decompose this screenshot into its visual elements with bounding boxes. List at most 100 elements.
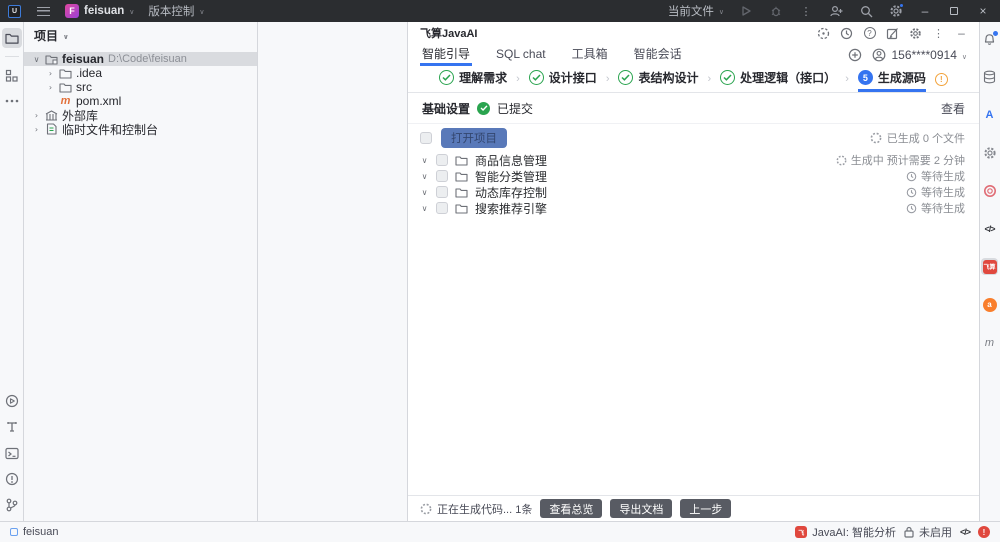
tree-item-idea[interactable]: › .idea (24, 66, 257, 80)
vcs-widget[interactable]: 版本控制 (148, 3, 204, 19)
export-doc-button[interactable]: 导出文档 (610, 499, 673, 518)
step-understand-requirements[interactable]: 理解需求 (439, 66, 507, 92)
tab-toolbox[interactable]: 工具箱 (570, 44, 610, 66)
feedback-button[interactable] (885, 26, 900, 41)
account-widget[interactable]: 156****0914 (872, 48, 967, 62)
chevron-right-icon[interactable]: › (46, 83, 55, 92)
maven-toolwindow-button[interactable]: m (981, 334, 998, 351)
tree-item-pom[interactable]: m pom.xml (24, 94, 257, 108)
terminal-toolwindow-button[interactable] (2, 443, 22, 463)
more-actions-button[interactable]: ⋮ (798, 3, 814, 19)
project-toolwindow-button[interactable] (1, 28, 22, 48)
structure-toolwindow-button[interactable] (2, 65, 22, 85)
translation-plugin-button[interactable]: A (981, 106, 998, 123)
module-checkbox[interactable] (436, 186, 448, 198)
tab-label: 智能引导 (422, 47, 471, 61)
maven-icon: m (984, 336, 995, 349)
chevron-down-icon (719, 5, 724, 17)
chevron-right-icon[interactable]: › (32, 125, 41, 134)
close-window-button[interactable]: × (976, 4, 990, 18)
lock-status-widget[interactable]: 未启用 (904, 524, 952, 540)
progress-button[interactable] (816, 26, 831, 41)
step-separator-icon (606, 66, 610, 92)
maximize-window-button[interactable] (946, 3, 962, 19)
folder-icon (4, 33, 19, 44)
project-panel-header[interactable]: 项目 (24, 22, 257, 48)
code-icon[interactable]: </> (960, 527, 971, 537)
notifications-button[interactable] (981, 30, 998, 47)
view-settings-link[interactable]: 查看 (941, 100, 965, 117)
tab-smart-chat[interactable]: 智能会话 (632, 44, 684, 66)
timer-icon (817, 27, 830, 39)
statusbar-project-name: feisuan (23, 526, 59, 538)
tab-smart-guide[interactable]: 智能引导 (420, 44, 473, 66)
basic-settings-label: 基础设置 (422, 101, 471, 116)
database-toolwindow-button[interactable] (981, 68, 998, 85)
debug-button[interactable] (768, 3, 784, 19)
feisuan-javaai-panel: 飞算JavaAI ? ⋮ – 智能引导 SQL chat 工具箱 智能会话 15… (408, 22, 979, 521)
module-row[interactable]: ∨ 智能分类管理 等待生成 (408, 168, 979, 184)
chevron-down-icon[interactable]: ∨ (420, 188, 429, 197)
tab-sql-chat[interactable]: SQL chat (494, 44, 548, 66)
maven-icon: m (60, 95, 71, 107)
plugin-settings-button[interactable] (908, 26, 923, 41)
chevron-down-icon (962, 48, 967, 62)
problems-toolwindow-button[interactable] (2, 469, 22, 489)
select-all-checkbox[interactable] (420, 132, 432, 144)
previous-step-button[interactable]: 上一步 (680, 499, 732, 518)
tree-item-scratches[interactable]: › 临时文件和控制台 (24, 122, 257, 137)
chevron-down-icon[interactable]: ∨ (32, 55, 41, 64)
hide-panel-button[interactable]: – (954, 26, 969, 41)
settings-button[interactable] (888, 3, 904, 19)
module-status-text: 等待生成 (921, 171, 965, 183)
module-row[interactable]: ∨ 搜索推荐引擎 等待生成 (408, 200, 979, 216)
step-separator-icon (845, 66, 849, 92)
panel-options-button[interactable]: ⋮ (931, 26, 946, 41)
build-toolwindow-button[interactable] (2, 417, 22, 437)
run-configuration-selector[interactable]: 当前文件 (668, 3, 724, 19)
open-project-button[interactable]: 打开项目 (441, 128, 507, 148)
module-row[interactable]: ∨ 商品信息管理 生成中 预计需要 2 分钟 (408, 152, 979, 168)
version-control-toolwindow-button[interactable] (2, 495, 22, 515)
statusbar-project-widget[interactable]: feisuan (10, 526, 58, 538)
plugin-gear-button[interactable] (981, 144, 998, 161)
history-button[interactable] (839, 26, 854, 41)
plugin-ring-button[interactable] (981, 182, 998, 199)
chevron-down-icon[interactable]: ∨ (420, 156, 429, 165)
module-row[interactable]: ∨ 动态库存控制 等待生成 (408, 184, 979, 200)
tree-item-src[interactable]: › src (24, 80, 257, 94)
module-checkbox[interactable] (436, 154, 448, 166)
code-plugin-button[interactable]: </> (981, 220, 998, 237)
bug-icon (771, 6, 781, 17)
minimize-window-button[interactable]: – (918, 4, 932, 18)
view-overview-button[interactable]: 查看总览 (540, 499, 603, 518)
add-session-button[interactable] (847, 48, 862, 63)
step-design-api[interactable]: 设计接口 (528, 66, 597, 92)
code-with-me-button[interactable] (828, 3, 844, 19)
step-generate-source[interactable]: 5 生成源码 (857, 66, 926, 92)
javaai-status-widget[interactable]: 飞 JavaAI: 智能分析 (795, 524, 896, 540)
step-logic[interactable]: 处理逻辑（接口） (720, 66, 836, 92)
run-button[interactable] (738, 3, 754, 19)
generated-count: 已生成 0 个文件 (886, 133, 965, 145)
search-everywhere-button[interactable] (858, 3, 874, 19)
project-widget[interactable]: F feisuan (65, 4, 134, 18)
chevron-right-icon[interactable]: › (46, 69, 55, 78)
module-checkbox[interactable] (436, 202, 448, 214)
feisuan-plugin-button[interactable]: 飞算 (981, 258, 998, 275)
error-badge[interactable]: ! (978, 526, 990, 538)
chevron-down-icon[interactable]: ∨ (420, 204, 429, 213)
step-table-design[interactable]: 表结构设计 (618, 66, 699, 92)
folder-icon (455, 171, 468, 182)
tree-item-label: feisuan (62, 52, 105, 66)
chevron-down-icon[interactable]: ∨ (420, 172, 429, 181)
main-menu-button[interactable] (35, 3, 51, 19)
tree-item-project-root[interactable]: ∨ feisuan D:\Code\feisuan (24, 52, 257, 66)
tree-item-label: .idea (76, 66, 103, 80)
run-toolwindow-button[interactable] (2, 391, 22, 411)
more-toolwindows-button[interactable] (2, 91, 22, 111)
help-button[interactable]: ? (862, 26, 877, 41)
module-checkbox[interactable] (436, 170, 448, 182)
orange-plugin-button[interactable]: a (981, 296, 998, 313)
chevron-right-icon[interactable]: › (32, 111, 41, 120)
